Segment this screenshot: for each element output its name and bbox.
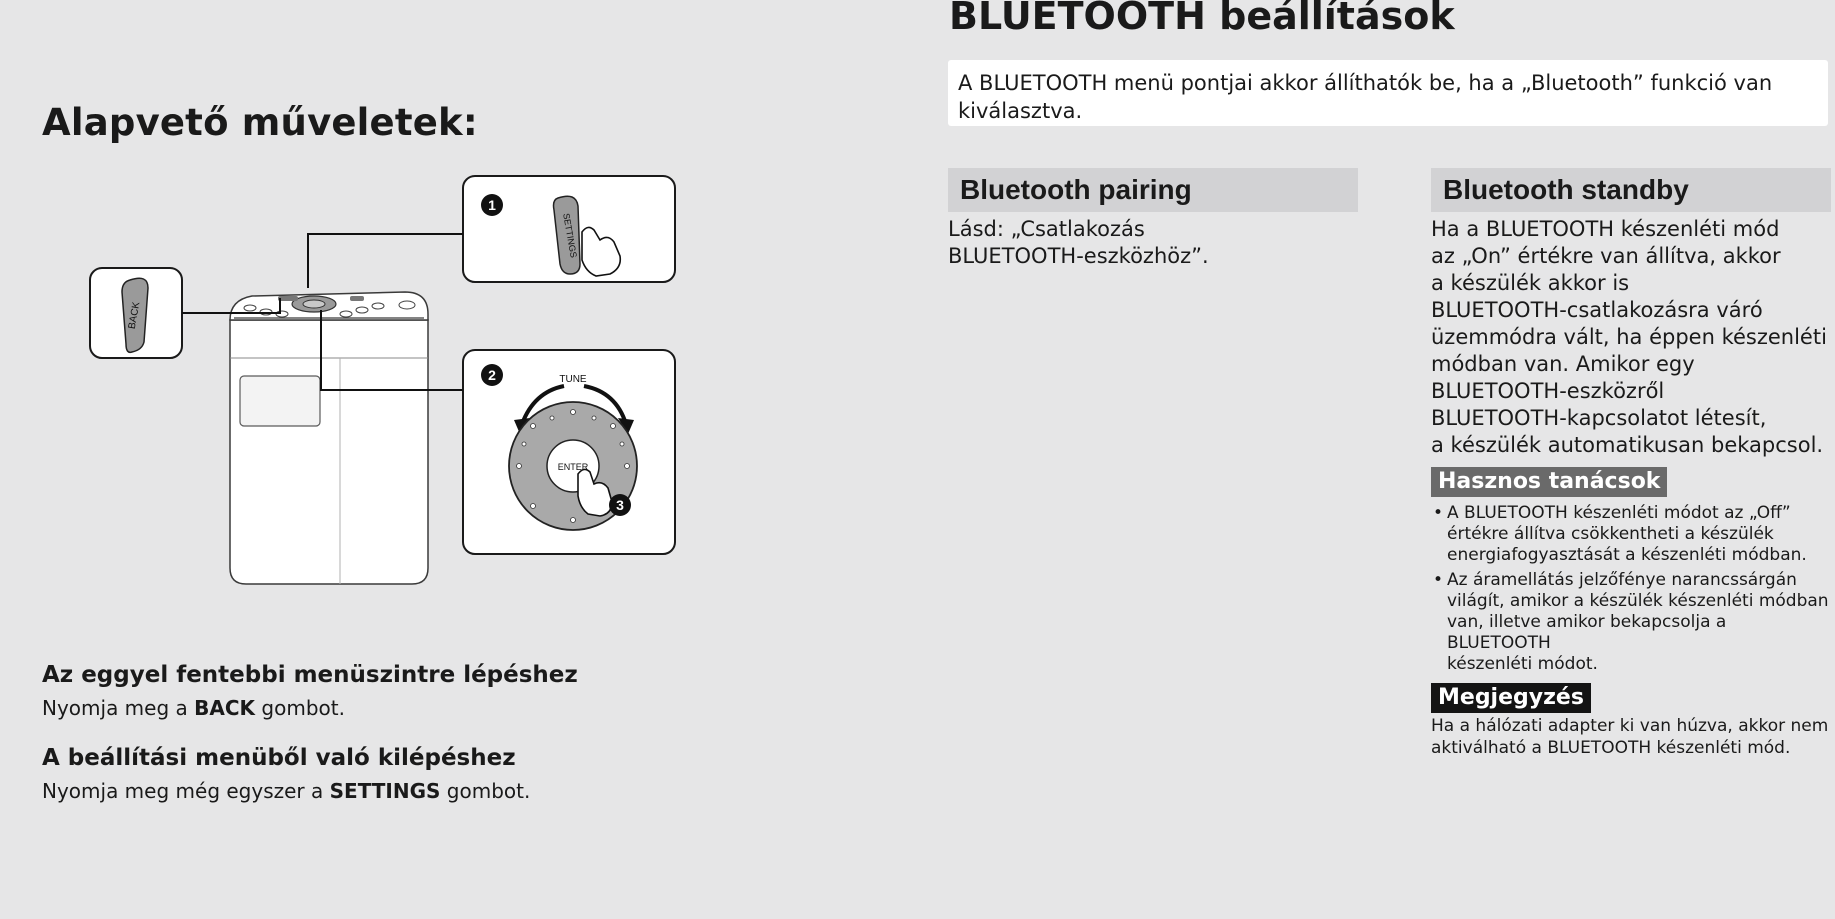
standby-description: Ha a BLUETOOTH készenléti mód az „On” ér… <box>1431 216 1831 459</box>
device-operation-diagram: BACK 1 SETTINGS 2 TUNE ENTER 3 <box>89 175 676 585</box>
settings-keyword: SETTINGS <box>329 779 441 803</box>
exit-instruction-heading: A beállítási menüből való kilépéshez <box>42 745 516 771</box>
exit-instruction-text: Nyomja meg még egyszer a SETTINGS gombot… <box>42 779 531 803</box>
standby-line: BLUETOOTH-csatlakozásra váró <box>1431 298 1763 322</box>
back-instruction: Az eggyel fentebbi menüszintre lépéshez … <box>42 662 742 720</box>
speaker-illustration <box>229 291 429 585</box>
standby-line: BLUETOOTH-kapcsolatot létesít, <box>1431 406 1767 430</box>
tune-label: TUNE <box>559 374 587 385</box>
page-title-bluetooth-settings: BLUETOOTH beállítások <box>949 0 1455 38</box>
note-line: Ha a hálózati adapter ki van húzva, akko… <box>1431 716 1829 736</box>
step-1-marker: 1 <box>488 197 496 213</box>
standby-line: módban van. Amikor egy <box>1431 352 1695 376</box>
back-instruction-heading: Az eggyel fentebbi menüszintre lépéshez <box>42 662 578 688</box>
standby-line: üzemmódra vált, ha éppen készenléti <box>1431 325 1827 349</box>
pairing-line-1: Lásd: „Csatlakozás <box>948 217 1145 241</box>
bluetooth-pairing-heading: Bluetooth pairing <box>948 168 1358 212</box>
standby-line: BLUETOOTH-eszközről <box>1431 379 1665 403</box>
intro-box: A BLUETOOTH menü pontjai akkor állítható… <box>948 60 1828 126</box>
tip-item: A BLUETOOTH készenléti módot az „Off” ér… <box>1431 503 1831 566</box>
bluetooth-pairing-section: Bluetooth pairing Lásd: „Csatlakozás BLU… <box>948 168 1358 270</box>
tips-list: A BLUETOOTH készenléti módot az „Off” ér… <box>1431 503 1831 675</box>
pairing-line-2: BLUETOOTH-eszközhöz”. <box>948 244 1209 268</box>
bluetooth-standby-heading: Bluetooth standby <box>1431 168 1831 212</box>
tip-item: Az áramellátás jelzőfénye narancssárgán … <box>1431 570 1831 675</box>
note-label: Megjegyzés <box>1431 683 1591 713</box>
step-2-marker: 2 <box>488 367 496 383</box>
exit-instruction: A beállítási menüből való kilépéshez Nyo… <box>42 745 742 803</box>
standby-line: a készülék automatikusan bekapcsol. <box>1431 433 1824 457</box>
note-line: aktiválható a BLUETOOTH készenléti mód. <box>1431 738 1791 758</box>
bluetooth-standby-section: Bluetooth standby Ha a BLUETOOTH készenl… <box>1431 168 1831 759</box>
back-keyword: BACK <box>194 696 256 720</box>
step-3-marker: 3 <box>616 497 624 513</box>
standby-line: az „On” értékre van állítva, akkor <box>1431 244 1781 268</box>
tips-label: Hasznos tanácsok <box>1431 467 1668 497</box>
settings-callout: 1 SETTINGS <box>307 175 676 288</box>
page-title-basic-operations: Alapvető műveletek: <box>42 101 478 144</box>
standby-line: a készülék akkor is <box>1431 271 1630 295</box>
back-instruction-text: Nyomja meg a BACK gombot. <box>42 696 345 720</box>
standby-line: Ha a BLUETOOTH készenléti mód <box>1431 217 1780 241</box>
